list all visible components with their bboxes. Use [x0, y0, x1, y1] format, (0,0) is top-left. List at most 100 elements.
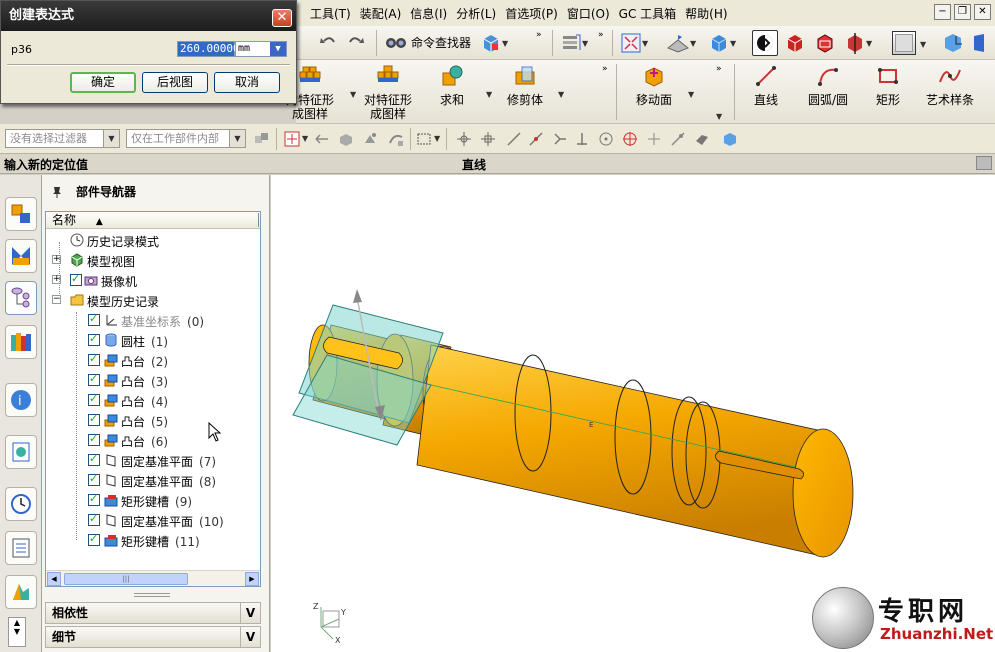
fit-view-button[interactable]: ▼ — [620, 32, 648, 54]
visibility-checkbox[interactable] — [88, 472, 100, 486]
toolbar-overflow-icon[interactable]: » — [602, 64, 608, 74]
solid-body-icon[interactable] — [338, 131, 354, 147]
view-cube-icon[interactable] — [722, 131, 738, 147]
tree-node[interactable]: − 模型历史记录 — [46, 290, 260, 310]
menu-window[interactable]: 窗口(O) — [567, 5, 619, 22]
tree-node[interactable]: 基准坐标系 (0) — [46, 310, 260, 330]
system-materials-tab[interactable] — [5, 531, 37, 565]
static-wireframe-button[interactable] — [752, 30, 778, 56]
snap-existing-point-icon[interactable] — [646, 131, 662, 147]
chevron-down-icon[interactable]: ▼ — [434, 134, 440, 143]
visibility-checkbox[interactable] — [88, 312, 100, 326]
menu-preferences[interactable]: 首选项(P) — [505, 5, 567, 22]
close-window-icon[interactable]: ✕ — [974, 4, 991, 20]
face-rule-icon[interactable] — [362, 131, 378, 147]
chevron-down-icon[interactable]: ▼ — [716, 112, 722, 121]
toolbar-overflow-icon[interactable]: » — [536, 30, 542, 40]
assembly-navigator-tab[interactable] — [5, 197, 37, 231]
unite-button[interactable]: 求和 — [416, 64, 488, 107]
pattern-face-button[interactable]: 对特征形成图样 — [352, 64, 424, 121]
menu-gc-toolbox[interactable]: GC 工具箱 — [619, 5, 686, 22]
history-tab[interactable] — [5, 487, 37, 521]
tree-node[interactable]: 凸台 (4) — [46, 390, 260, 410]
tree-node[interactable]: 矩形键槽 (9) — [46, 490, 260, 510]
render-style-button[interactable]: ▼ — [708, 32, 736, 54]
visibility-checkbox[interactable] — [88, 512, 100, 526]
view-section-button[interactable] — [784, 32, 806, 54]
menu-assembly[interactable]: 装配(A) — [360, 5, 411, 22]
select-feature-icon[interactable] — [284, 131, 300, 147]
chevron-down-icon[interactable]: ▼ — [688, 90, 694, 99]
snap-endpoint-icon[interactable] — [480, 131, 496, 147]
scroll-left-icon[interactable]: ◀ — [47, 572, 61, 586]
tree-node[interactable]: 矩形键槽 (11) — [46, 530, 260, 550]
unit-select[interactable]: mm ▼ — [235, 41, 287, 57]
history-palette-tab[interactable] — [5, 435, 37, 469]
navigator-tree[interactable]: 名称 ▲ 历史记录模式+模型视图+摄像机 − 模型历史记录基准坐标系 (0) 圆柱 (1)… — [45, 211, 261, 587]
scroll-thumb[interactable]: ||| — [64, 573, 188, 585]
background-color-button[interactable] — [892, 31, 916, 55]
visibility-checkbox[interactable] — [88, 492, 100, 506]
command-finder-button[interactable]: 命令查找器 — [384, 31, 471, 53]
menu-analysis[interactable]: 分析(L) — [456, 5, 505, 22]
spline-button[interactable]: 艺术样条 — [914, 64, 986, 107]
arrow-left-icon[interactable] — [314, 131, 330, 147]
snap-on-face-icon[interactable] — [694, 131, 710, 147]
roles-tab[interactable] — [5, 575, 37, 609]
assembly-filter-icon[interactable] — [254, 131, 270, 147]
dependencies-panel-header[interactable]: 相依性 V — [45, 602, 261, 624]
trim-body-button[interactable]: 修剪体 — [489, 64, 561, 107]
filter-dropdown[interactable]: 没有选择过滤器 ▼ — [5, 129, 120, 148]
graphics-window[interactable]: E Z Y X — [271, 175, 995, 652]
curve-rule-icon[interactable] — [388, 131, 404, 147]
details-panel-header[interactable]: 细节 V — [45, 626, 261, 648]
toolbar-overflow-icon[interactable]: » — [598, 30, 604, 40]
toolbar-overflow-icon[interactable]: » — [716, 64, 722, 74]
tree-node[interactable]: 凸台 (6) — [46, 430, 260, 450]
menu-tools[interactable]: 工具(T) — [310, 5, 360, 22]
tree-node[interactable]: 固定基准平面 (7) — [46, 450, 260, 470]
visibility-checkbox[interactable] — [88, 452, 100, 466]
reuse-library-tab[interactable] — [5, 325, 37, 359]
wire-cube-button[interactable] — [814, 32, 836, 54]
expression-value-input[interactable]: 260.00000 — [177, 41, 240, 57]
resource-scroll[interactable]: ▲ ▼ — [8, 617, 26, 647]
horizontal-scrollbar[interactable]: ◀ ||| ▶ — [46, 570, 260, 586]
back-view-button[interactable]: 后视图 — [142, 72, 208, 93]
work-plane-button[interactable] — [972, 32, 992, 54]
undo-button[interactable] — [318, 32, 338, 52]
visibility-checkbox[interactable] — [88, 432, 100, 446]
grip-icon[interactable] — [976, 156, 992, 170]
chevron-down-icon[interactable]: ▼ — [558, 90, 564, 99]
tree-node[interactable]: 历史记录模式 — [46, 230, 260, 250]
visibility-checkbox[interactable] — [88, 332, 100, 346]
menu-information[interactable]: 信息(I) — [410, 5, 456, 22]
move-face-button[interactable]: 移动面 — [618, 64, 690, 107]
selection-cube-button[interactable]: ▼ — [480, 32, 508, 54]
expand-toggle-icon[interactable]: − — [52, 295, 61, 304]
snap-point-icon[interactable] — [456, 131, 472, 147]
tree-node[interactable]: 固定基准平面 (10) — [46, 510, 260, 530]
tree-node[interactable]: 凸台 (5) — [46, 410, 260, 430]
rectangle-select-icon[interactable] — [416, 131, 432, 147]
tree-node[interactable]: 凸台 (3) — [46, 370, 260, 390]
redo-button[interactable] — [346, 32, 366, 52]
chevron-down-icon[interactable]: ▼ — [920, 40, 926, 49]
visibility-checkbox[interactable] — [88, 372, 100, 386]
constraint-navigator-tab[interactable] — [5, 239, 37, 273]
tree-node[interactable]: 圆柱 (1) — [46, 330, 260, 350]
web-browser-tab[interactable]: i — [5, 383, 37, 417]
chevron-down-icon[interactable]: ▼ — [302, 134, 308, 143]
visibility-checkbox[interactable] — [70, 272, 82, 286]
snap-on-curve-icon[interactable] — [670, 131, 686, 147]
shaft-main-body[interactable]: E — [416, 344, 832, 556]
restore-icon[interactable]: ❐ — [954, 4, 971, 20]
cancel-button[interactable]: 取消 — [214, 72, 280, 93]
visibility-checkbox[interactable] — [88, 392, 100, 406]
snap-midpoint-icon[interactable] — [528, 131, 544, 147]
splitter-grip[interactable] — [134, 593, 170, 597]
snap-control-icon[interactable] — [552, 131, 568, 147]
visibility-checkbox[interactable] — [88, 352, 100, 366]
part-navigator-tab[interactable] — [5, 281, 37, 315]
dialog-close-button[interactable]: ✕ — [272, 9, 292, 27]
